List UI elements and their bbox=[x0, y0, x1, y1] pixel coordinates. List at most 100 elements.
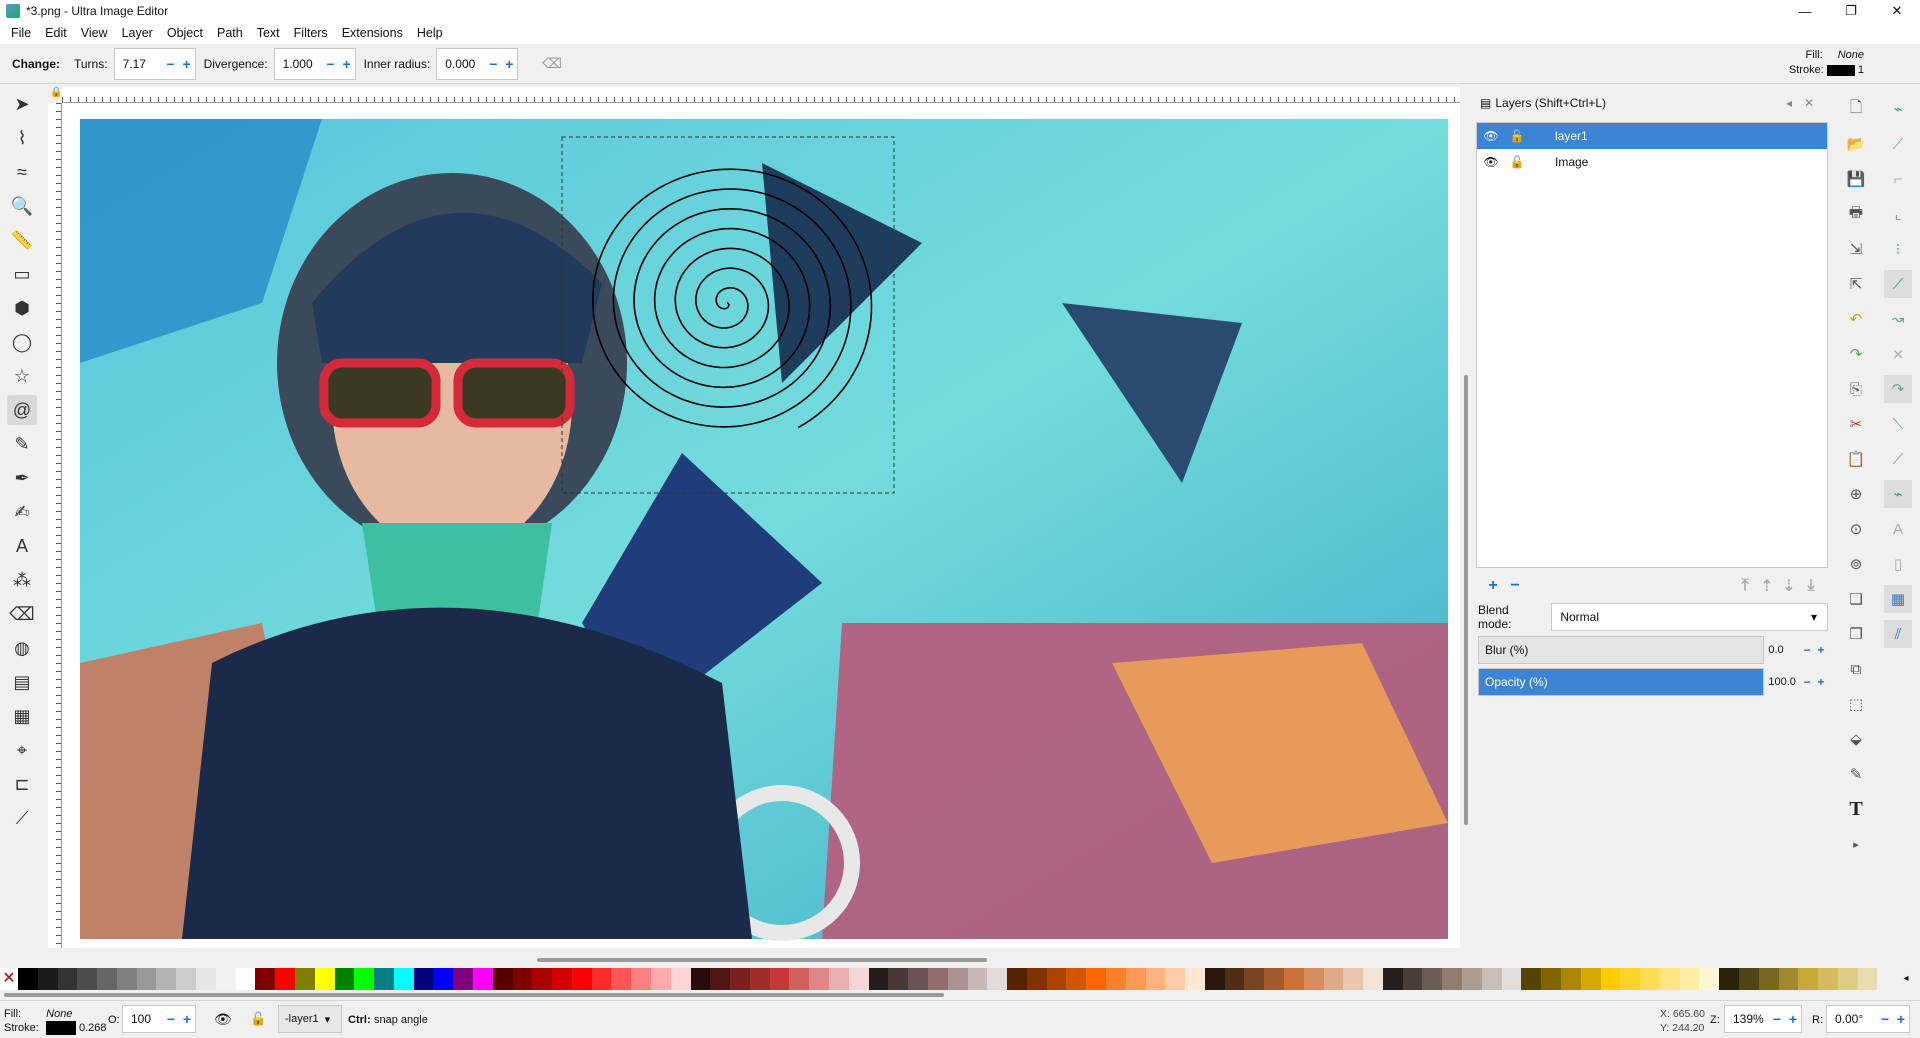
snap-grid-icon[interactable]: ▦ bbox=[1884, 585, 1912, 613]
zoom-out-button[interactable]: − bbox=[1769, 1011, 1785, 1027]
panel-collapse-icon[interactable]: ◂ bbox=[1786, 96, 1792, 110]
palette-swatch[interactable] bbox=[453, 968, 473, 990]
gradient-tool[interactable]: ▤ bbox=[7, 667, 37, 697]
palette-swatch[interactable] bbox=[1699, 968, 1720, 990]
menu-help[interactable]: Help bbox=[410, 26, 450, 40]
turns-increment-button[interactable]: + bbox=[179, 56, 195, 72]
palette-swatch[interactable] bbox=[136, 968, 157, 990]
menu-filters[interactable]: Filters bbox=[287, 26, 335, 40]
palette-swatch[interactable] bbox=[1007, 968, 1027, 990]
palette-swatch[interactable] bbox=[1837, 968, 1858, 990]
canvas[interactable] bbox=[62, 103, 1460, 948]
vertical-scrollbar[interactable] bbox=[1460, 90, 1472, 955]
palette-swatch[interactable] bbox=[1758, 968, 1779, 990]
more-commands-icon[interactable]: ▸ bbox=[1842, 830, 1870, 858]
layer-row-layer1[interactable]: 👁 🔓 layer1 bbox=[1477, 123, 1827, 149]
selector-tool[interactable]: ➤ bbox=[7, 89, 37, 119]
palette-swatch[interactable] bbox=[196, 968, 216, 990]
palette-swatch[interactable] bbox=[1026, 968, 1047, 990]
palette-swatch[interactable] bbox=[1659, 968, 1680, 990]
reset-defaults-icon[interactable]: ⌫ bbox=[542, 55, 562, 72]
palette-swatch[interactable] bbox=[591, 968, 612, 990]
palette-swatch[interactable] bbox=[1818, 968, 1838, 990]
status-opacity-decrement[interactable]: − bbox=[163, 1011, 179, 1027]
layer-name[interactable]: Image bbox=[1555, 155, 1588, 169]
add-layer-button[interactable]: + bbox=[1482, 577, 1504, 595]
unlock-icon[interactable]: 🔓 bbox=[1509, 128, 1525, 144]
palette-swatch[interactable] bbox=[1343, 968, 1364, 990]
palette-swatch[interactable] bbox=[1600, 968, 1621, 990]
inner-radius-increment-button[interactable]: + bbox=[501, 56, 517, 72]
palette-swatch[interactable] bbox=[433, 968, 454, 990]
raise-to-top-icon[interactable]: ⤒ bbox=[1734, 577, 1756, 595]
print-icon[interactable]: 🖶 bbox=[1842, 200, 1870, 228]
snap-bbox-icon[interactable]: ⟋ bbox=[1884, 130, 1912, 158]
remove-layer-button[interactable]: − bbox=[1504, 577, 1526, 595]
palette-swatch[interactable] bbox=[472, 968, 493, 990]
copy-icon[interactable]: ⎘ bbox=[1842, 375, 1870, 403]
palette-swatch[interactable] bbox=[156, 968, 177, 990]
vertical-scroll-thumb[interactable] bbox=[1464, 375, 1468, 825]
zoom-tool[interactable]: 🔍 bbox=[7, 191, 37, 221]
palette-swatch[interactable] bbox=[789, 968, 810, 990]
palette-swatch[interactable] bbox=[1264, 968, 1284, 990]
palette-swatch[interactable] bbox=[354, 968, 375, 990]
palette-swatch[interactable] bbox=[215, 968, 236, 990]
palette-swatch[interactable] bbox=[552, 968, 572, 990]
zoom-page-icon[interactable]: ⊚ bbox=[1842, 550, 1870, 578]
palette-swatch[interactable] bbox=[57, 968, 78, 990]
cut-icon[interactable]: ✂ bbox=[1842, 410, 1870, 438]
palette-swatch[interactable] bbox=[1105, 968, 1126, 990]
palette-swatch[interactable] bbox=[1284, 968, 1304, 990]
snap-rotation-center-icon[interactable]: ⌁ bbox=[1884, 480, 1912, 508]
palette-swatch[interactable] bbox=[1620, 968, 1641, 990]
lpe-tool[interactable]: ⟋ bbox=[7, 803, 37, 833]
dropper-tool[interactable]: ⌖ bbox=[7, 735, 37, 765]
minimize-button[interactable]: — bbox=[1782, 0, 1828, 22]
palette-swatch[interactable] bbox=[1185, 968, 1205, 990]
style-indicator[interactable]: Fill: None Stroke: 1 bbox=[1768, 48, 1864, 78]
no-paint-swatch[interactable]: ✕ bbox=[0, 968, 18, 990]
palette-swatch[interactable] bbox=[1679, 968, 1700, 990]
duplicate-icon[interactable]: ❏ bbox=[1842, 585, 1870, 613]
divergence-spinbox[interactable]: 1.000 − + bbox=[273, 47, 356, 80]
turns-decrement-button[interactable]: − bbox=[163, 56, 179, 72]
spiral-tool[interactable]: @ bbox=[7, 395, 37, 425]
measure-tool[interactable]: 📏 bbox=[7, 225, 37, 255]
snap-nodes-icon[interactable]: ⟋ bbox=[1884, 270, 1912, 298]
eye-icon[interactable]: 👁 bbox=[1483, 128, 1499, 144]
palette-swatch[interactable] bbox=[77, 968, 98, 990]
turns-spinbox[interactable]: 7.17 − + bbox=[113, 47, 196, 80]
palette-swatch[interactable] bbox=[1125, 968, 1146, 990]
status-opacity-spinbox[interactable]: 100 − + bbox=[122, 1005, 196, 1033]
opacity-value[interactable]: 100.0 bbox=[1764, 676, 1800, 688]
palette-swatch[interactable] bbox=[1402, 968, 1423, 990]
palette-swatch[interactable] bbox=[571, 968, 592, 990]
palette-swatch[interactable] bbox=[888, 968, 909, 990]
palette-swatch[interactable] bbox=[987, 968, 1008, 990]
current-layer-select[interactable]: -layer1 ▾ bbox=[278, 1005, 342, 1033]
blur-value[interactable]: 0.0 bbox=[1764, 644, 1800, 656]
opacity-increment-button[interactable]: + bbox=[1814, 675, 1828, 689]
export-icon[interactable]: ⇱ bbox=[1842, 270, 1870, 298]
rotate-spinbox[interactable]: 0.00° − + bbox=[1826, 1005, 1910, 1033]
palette-swatch[interactable] bbox=[1640, 968, 1660, 990]
palette-scrollbar[interactable] bbox=[0, 991, 1920, 999]
palette-swatch[interactable] bbox=[1857, 968, 1878, 990]
palette-swatch[interactable] bbox=[314, 968, 335, 990]
restore-button[interactable]: ❐ bbox=[1828, 0, 1874, 22]
new-document-icon[interactable]: 🗋 bbox=[1842, 95, 1870, 123]
palette-swatch[interactable] bbox=[1363, 968, 1383, 990]
status-opacity-increment[interactable]: + bbox=[179, 1011, 195, 1027]
palette-swatch[interactable] bbox=[1580, 968, 1601, 990]
blur-slider[interactable]: Blur (%) 0.0 − + bbox=[1478, 636, 1828, 664]
palette-swatch[interactable] bbox=[769, 968, 790, 990]
ungroup-icon[interactable]: ⬙ bbox=[1842, 725, 1870, 753]
fill-stroke-icon[interactable]: ✎ bbox=[1842, 760, 1870, 788]
undo-icon[interactable]: ↶ bbox=[1842, 305, 1870, 333]
palette-swatch[interactable] bbox=[967, 968, 988, 990]
palette-swatch[interactable] bbox=[611, 968, 632, 990]
palette-swatch[interactable] bbox=[1046, 968, 1067, 990]
stroke-swatch[interactable] bbox=[1826, 64, 1855, 76]
palette-swatch[interactable] bbox=[690, 968, 711, 990]
